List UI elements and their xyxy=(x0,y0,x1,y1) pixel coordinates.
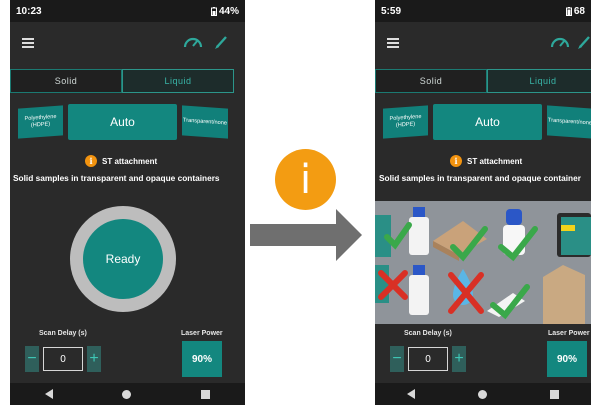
status-bar: 10:23 44% xyxy=(10,0,245,22)
phone-screen-after: 5:59 68 Solid Liquid Polyethylene (HDPE)… xyxy=(375,0,591,405)
status-time: 10:23 xyxy=(16,5,42,17)
container-guidance-image xyxy=(375,201,591,324)
attachment-row: i ST attachment xyxy=(450,154,522,168)
status-bar: 5:59 68 xyxy=(375,0,591,22)
scan-delay-increment-button[interactable]: + xyxy=(87,346,101,372)
scan-delay-increment-button[interactable]: + xyxy=(452,346,466,372)
scan-delay-input[interactable]: 0 xyxy=(43,347,83,371)
sample-description: Solid samples in transparent and opaque … xyxy=(13,173,220,183)
ready-ring: Ready xyxy=(70,206,176,312)
hamburger-menu-icon[interactable] xyxy=(387,38,399,48)
hamburger-menu-icon[interactable] xyxy=(22,38,34,48)
pen-icon[interactable] xyxy=(577,34,591,50)
info-icon[interactable]: i xyxy=(85,155,97,167)
container-type-button[interactable]: Transparent/none xyxy=(547,105,591,139)
app-toolbar xyxy=(375,22,591,64)
battery-indicator: 44% xyxy=(210,5,239,17)
back-icon[interactable] xyxy=(406,389,415,399)
mode-selector: Polyethylene (HDPE) Auto Transparent/non… xyxy=(10,104,245,140)
laser-power-label: Laser Power xyxy=(548,330,590,337)
container-guidance-illustration xyxy=(375,201,591,324)
recents-icon[interactable] xyxy=(201,389,211,399)
scan-delay-label: Scan Delay (s) xyxy=(404,330,452,337)
battery-icon xyxy=(210,6,217,16)
battery-percent: 44% xyxy=(218,5,239,17)
transition-arrow-icon xyxy=(250,209,362,261)
auto-mode-button[interactable]: Auto xyxy=(68,104,177,140)
battery-percent: 68 xyxy=(573,5,585,17)
sample-type-tabs: Solid Liquid xyxy=(10,69,234,95)
sample-type-tabs: Solid Liquid xyxy=(375,69,591,95)
back-icon[interactable] xyxy=(44,389,53,399)
battery-icon xyxy=(565,6,572,16)
attachment-label: ST attachment xyxy=(467,156,523,166)
container-material-button[interactable]: Polyethylene (HDPE) xyxy=(18,105,63,139)
laser-power-button[interactable]: 90% xyxy=(182,341,222,377)
container-type-button[interactable]: Transparent/none xyxy=(182,105,228,139)
laser-power-button[interactable]: 90% xyxy=(547,341,587,377)
sample-description: Solid samples in transparent and opaque … xyxy=(379,173,581,183)
mode-selector: Polyethylene (HDPE) Auto Transparent/non… xyxy=(375,104,591,140)
scan-delay-label: Scan Delay (s) xyxy=(39,330,87,337)
info-icon[interactable]: i xyxy=(450,155,462,167)
container-material-button[interactable]: Polyethylene (HDPE) xyxy=(383,105,428,139)
android-nav-bar xyxy=(375,383,591,405)
scan-delay-decrement-button[interactable]: − xyxy=(25,346,39,372)
recents-icon[interactable] xyxy=(550,389,560,399)
gauge-icon[interactable] xyxy=(183,34,203,50)
home-icon[interactable] xyxy=(122,389,132,399)
tab-liquid[interactable]: Liquid xyxy=(487,69,591,93)
auto-mode-button[interactable]: Auto xyxy=(433,104,542,140)
scan-delay-decrement-button[interactable]: − xyxy=(390,346,404,372)
scan-delay-input[interactable]: 0 xyxy=(408,347,448,371)
phone-screen-before: 10:23 44% Solid Liquid Polyethylene (HDP… xyxy=(10,0,245,405)
pen-icon[interactable] xyxy=(214,34,228,50)
home-icon[interactable] xyxy=(477,389,487,399)
status-time: 5:59 xyxy=(381,5,402,17)
tab-solid[interactable]: Solid xyxy=(10,69,122,93)
android-nav-bar xyxy=(10,383,245,405)
tab-liquid[interactable]: Liquid xyxy=(122,69,234,93)
info-bubble-icon: i xyxy=(275,149,336,210)
laser-power-label: Laser Power xyxy=(181,330,223,337)
gauge-icon[interactable] xyxy=(550,34,570,50)
attachment-label: ST attachment xyxy=(102,156,158,166)
tab-solid[interactable]: Solid xyxy=(375,69,487,93)
attachment-row: i ST attachment xyxy=(85,154,157,168)
battery-indicator: 68 xyxy=(565,5,585,17)
app-toolbar xyxy=(10,22,245,64)
ready-button[interactable]: Ready xyxy=(83,219,163,299)
